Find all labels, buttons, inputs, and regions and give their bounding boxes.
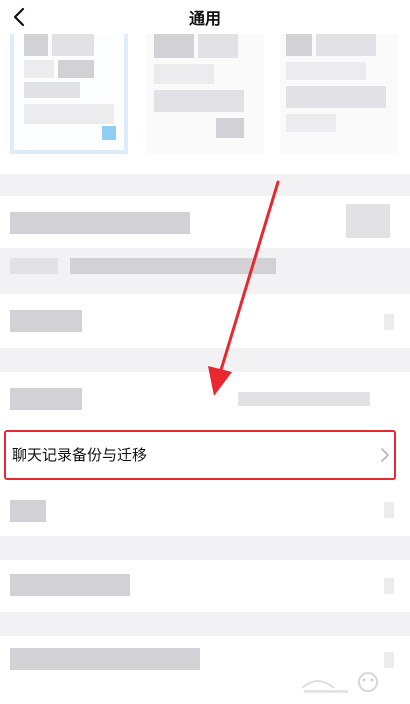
chat-backup-label: 聊天记录备份与迁移 [12, 446, 148, 464]
settings-row[interactable] [0, 196, 410, 248]
baidu-jingyan-watermark-icon [301, 672, 378, 693]
settings-row[interactable] [0, 372, 410, 424]
settings-row[interactable] [0, 486, 410, 536]
nav-header: 通用 [0, 0, 410, 34]
page-title: 通用 [188, 9, 221, 28]
settings-general-page: 通用 聊天记录备份与迁移 [0, 0, 410, 704]
chevron-right-icon [381, 448, 389, 462]
selected-check-icon [102, 126, 116, 140]
chevron-left-icon[interactable] [8, 5, 32, 29]
theme-card[interactable] [146, 34, 264, 154]
theme-card[interactable] [280, 34, 398, 154]
section-description [0, 248, 410, 284]
theme-cards-panel [0, 34, 410, 174]
settings-row[interactable] [0, 294, 410, 348]
settings-row[interactable] [0, 560, 410, 612]
chat-backup-row[interactable]: 聊天记录备份与迁移 [0, 424, 410, 486]
theme-card-selected[interactable] [10, 34, 128, 154]
